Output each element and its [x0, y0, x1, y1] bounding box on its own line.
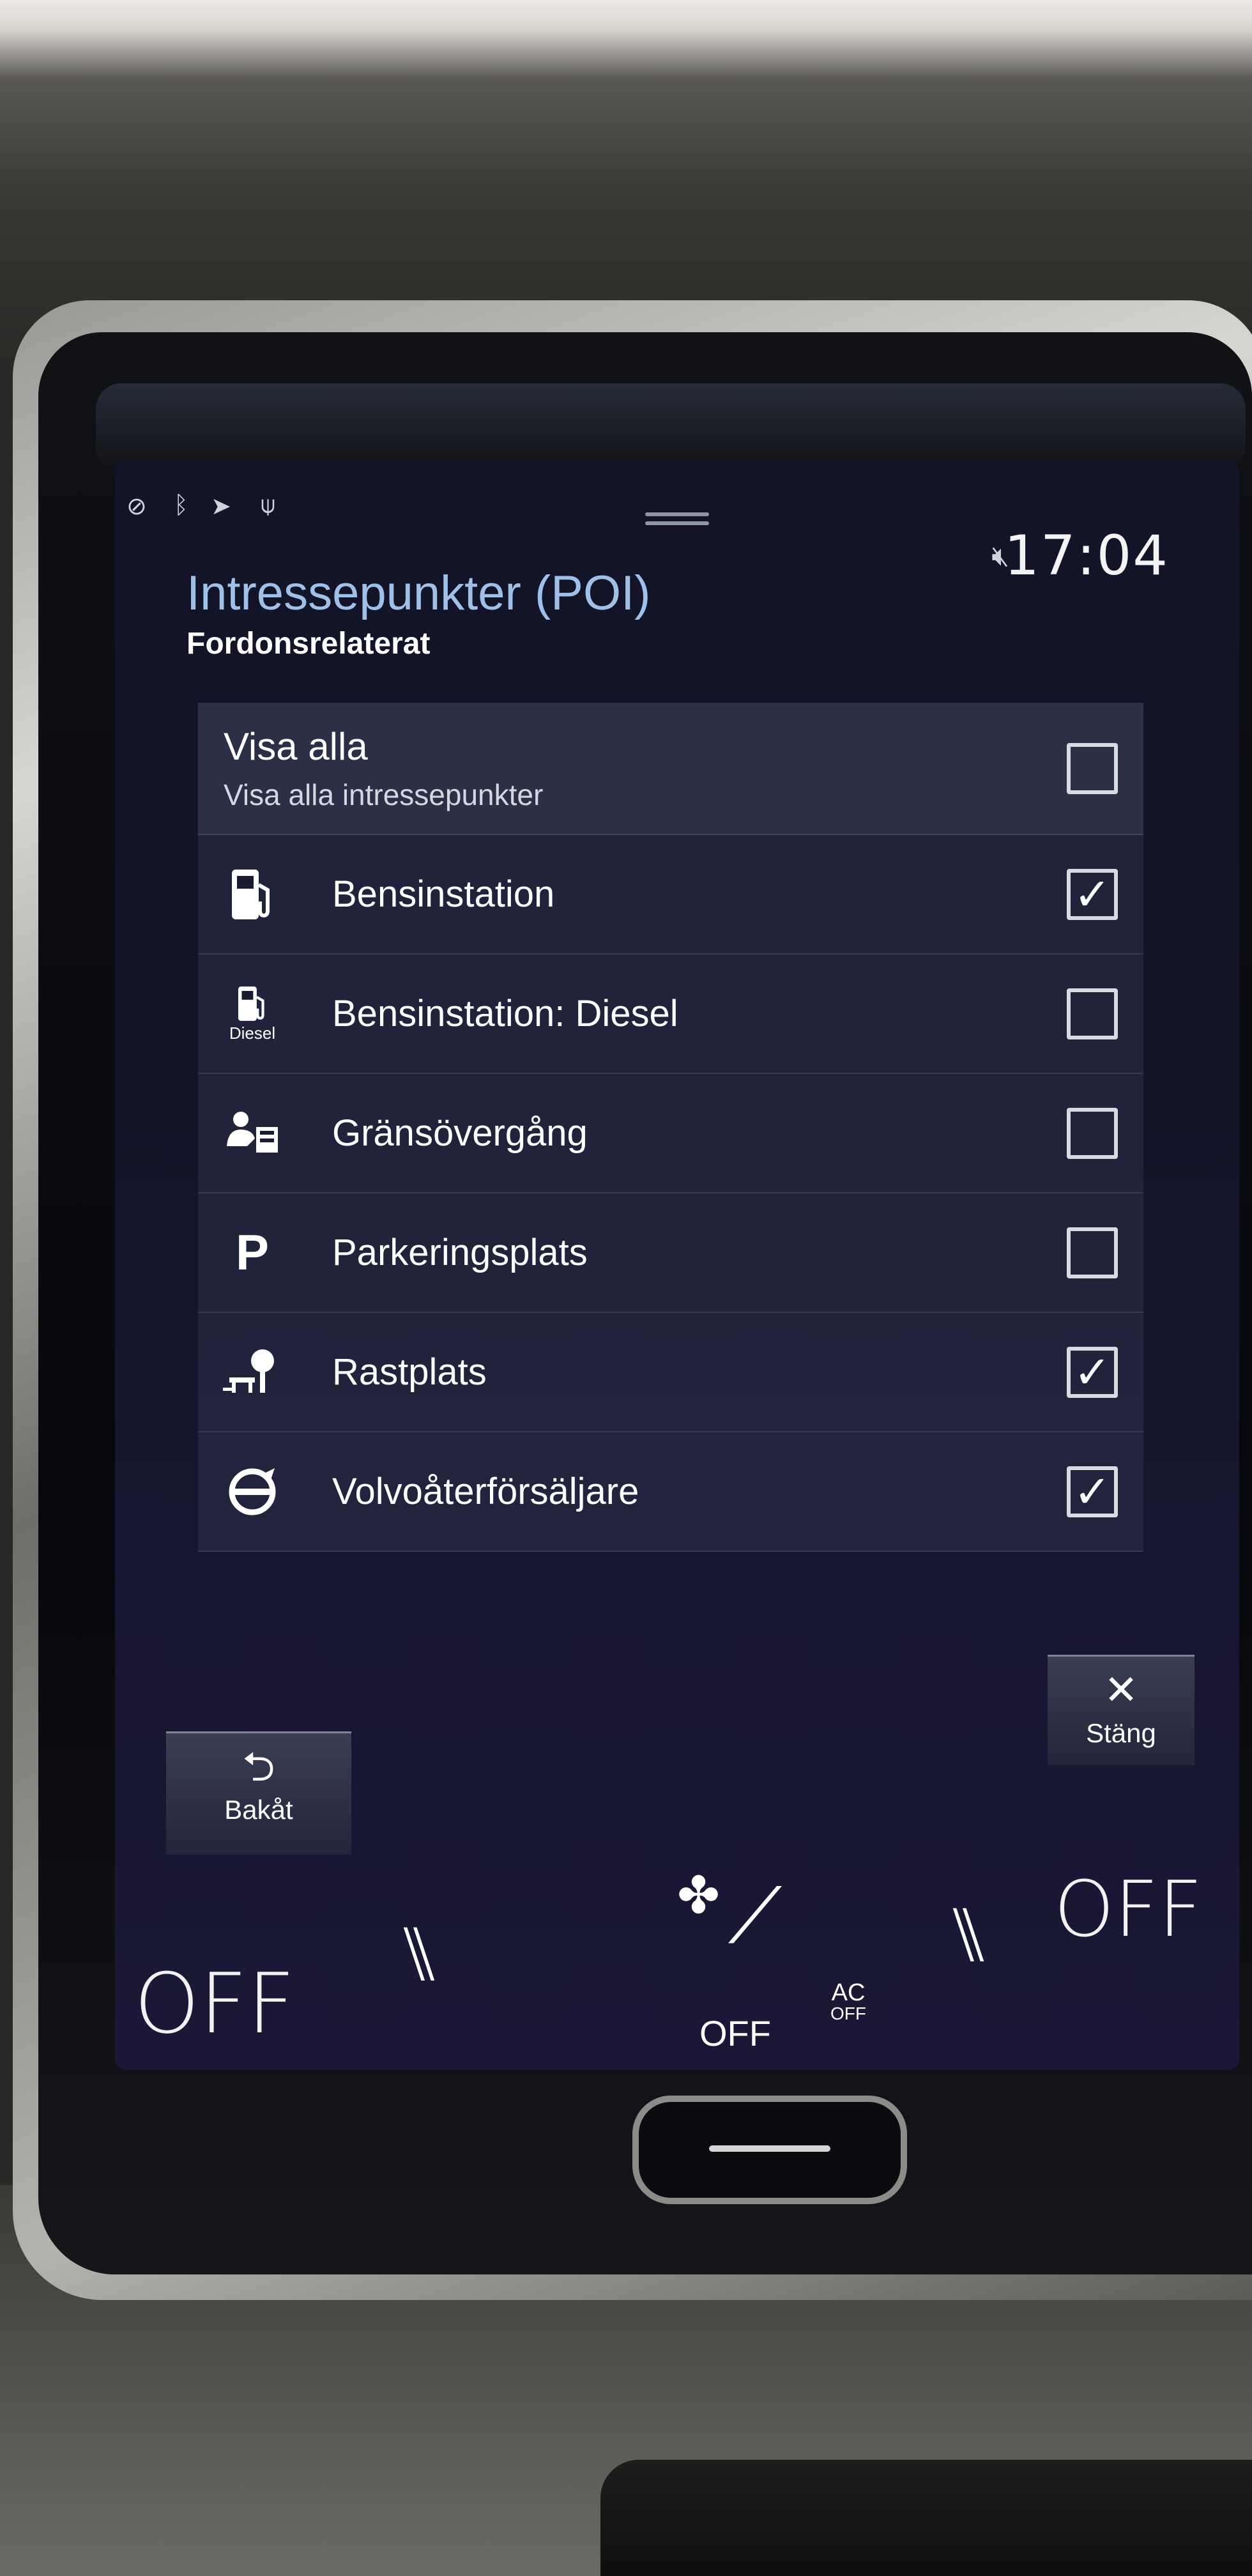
ventilated-seat-icon[interactable]: ⟋: [728, 1872, 782, 1961]
fan-status[interactable]: OFF: [699, 2012, 771, 2054]
ac-button[interactable]: AC OFF: [830, 1981, 866, 2023]
list-item-gransovergang[interactable]: Gränsövergång: [198, 1074, 1143, 1193]
list-item-diesel[interactable]: Diesel Bensinstation: Diesel: [198, 954, 1143, 1074]
parkeringsplats-label: Parkeringsplats: [332, 1232, 588, 1273]
climate-bar: OFF ⑊ ✤ ⟋ OFF AC OFF ⑊ OFF: [115, 1866, 1239, 2070]
rest-area-icon: [198, 1313, 307, 1431]
list-item-show-all[interactable]: Visa alla Visa alla intressepunkter: [198, 703, 1143, 835]
close-label: Stäng: [1086, 1718, 1156, 1748]
volvo-dealer-label: Volvoåterförsäljare: [332, 1471, 639, 1512]
left-seat-heat-icon[interactable]: ⑊: [396, 1910, 442, 1998]
left-temperature[interactable]: OFF: [134, 1955, 295, 2052]
border-crossing-icon: [198, 1074, 307, 1192]
close-x-icon: ✕: [1104, 1667, 1138, 1713]
gransovergang-label: Gränsövergång: [332, 1112, 588, 1154]
status-bar: ⊘ ᛒ ➤ ⍦: [115, 460, 1239, 530]
list-item-parkeringsplats[interactable]: P Parkeringsplats: [198, 1193, 1143, 1313]
navigation-arrow-icon: ➤: [211, 493, 231, 520]
rastplats-label: Rastplats: [332, 1351, 487, 1393]
air-vent: [600, 2460, 1252, 2576]
close-button[interactable]: ✕ Stäng: [1048, 1655, 1195, 1765]
back-label: Bakåt: [224, 1795, 293, 1825]
right-seat-heat-icon[interactable]: ⑊: [945, 1891, 991, 1979]
fan-icon: ✤: [677, 1867, 721, 1924]
poi-list: Visa alla Visa alla intressepunkter Bens…: [198, 703, 1143, 1552]
right-temperature[interactable]: OFF: [1054, 1866, 1203, 1954]
gransovergang-checkbox[interactable]: [1067, 1107, 1118, 1159]
ac-status: OFF: [830, 2004, 866, 2023]
fuel-pump-icon: [198, 835, 307, 953]
parking-icon: P: [235, 1224, 270, 1280]
bluetooth-icon: ᛒ: [174, 492, 188, 519]
page-subtitle: Fordonsrelaterat: [187, 627, 431, 661]
bezel-reflection: [96, 383, 1246, 473]
back-button[interactable]: ⮌ Bakåt: [166, 1731, 351, 1855]
list-item-bensinstation[interactable]: Bensinstation ✓: [198, 835, 1143, 954]
page-title: Intressepunkter (POI): [187, 566, 651, 620]
bensinstation-checkbox[interactable]: ✓: [1067, 868, 1118, 920]
diesel-label: Bensinstation: Diesel: [332, 993, 678, 1034]
list-item-rastplats[interactable]: Rastplats ✓: [198, 1313, 1143, 1432]
back-arrow-icon: ⮌: [242, 1744, 275, 1790]
ac-label: AC: [831, 1979, 866, 2006]
parkeringsplats-checkbox[interactable]: [1067, 1227, 1118, 1278]
bensinstation-label: Bensinstation: [332, 873, 555, 915]
home-button-indicator: [709, 2145, 830, 2152]
drag-handle[interactable]: [645, 512, 709, 529]
clock: 17:04: [1004, 524, 1169, 588]
show-all-checkbox[interactable]: [1067, 742, 1118, 794]
volvo-dealer-icon: [198, 1432, 307, 1551]
show-all-label: Visa alla: [224, 725, 368, 768]
rastplats-checkbox[interactable]: ✓: [1067, 1346, 1118, 1398]
antenna-icon: ⍦: [261, 492, 275, 519]
diesel-icon-caption: Diesel: [229, 1023, 276, 1043]
diesel-pump-icon: Diesel: [198, 954, 307, 1073]
volvo-dealer-checkbox[interactable]: ✓: [1067, 1466, 1118, 1517]
show-all-description: Visa alla intressepunkter: [224, 778, 544, 811]
infotainment-screen: ⊘ ᛒ ➤ ⍦ 🔇︎ 17:04 Intressepunkter (POI) F…: [115, 460, 1239, 2070]
list-item-volvo-dealer[interactable]: Volvoåterförsäljare ✓: [198, 1432, 1143, 1552]
signal-off-icon: ⊘: [126, 493, 147, 520]
diesel-checkbox[interactable]: [1067, 988, 1118, 1039]
